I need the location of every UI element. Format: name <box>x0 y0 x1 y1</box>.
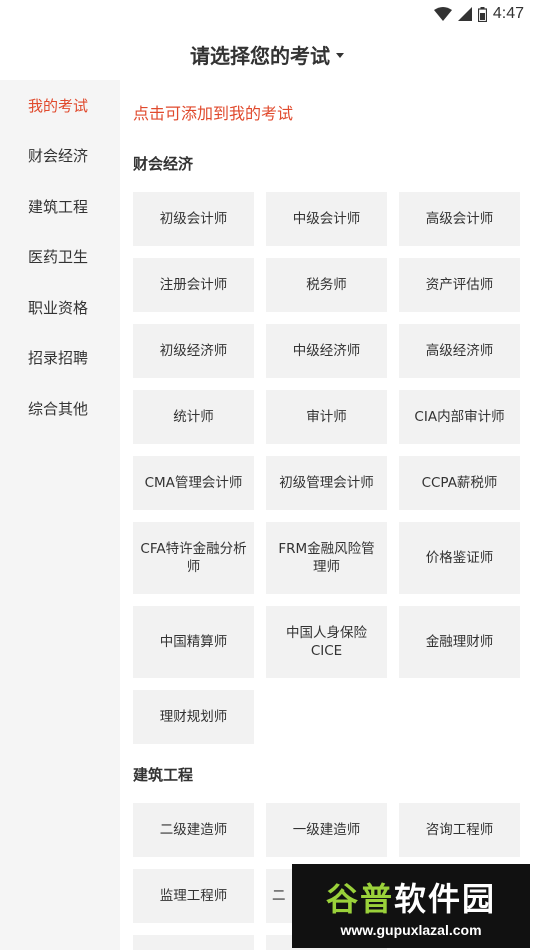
exam-item[interactable]: CFA特许金融分析师 <box>133 522 254 594</box>
exam-list-panel[interactable]: 点击可添加到我的考试 财会经济 初级会计师 中级会计师 高级会计师 注册会计师 … <box>120 80 534 950</box>
exam-item[interactable]: 资产评估师 <box>399 258 520 312</box>
exam-item[interactable]: 中级经济师 <box>266 324 387 378</box>
exam-item[interactable]: 统计师 <box>133 390 254 444</box>
exam-item[interactable]: CMA管理会计师 <box>133 456 254 510</box>
exam-item[interactable]: 中国精算师 <box>133 606 254 678</box>
sidebar-item-label: 职业资格 <box>28 298 89 317</box>
sidebar-item-label: 医药卫生 <box>28 248 89 267</box>
exam-item[interactable]: 审计师 <box>266 390 387 444</box>
sidebar-item-finance[interactable]: 财会经济 <box>0 131 120 182</box>
exam-item-partial[interactable] <box>133 935 254 950</box>
exam-item[interactable]: 一级建造师 <box>266 803 387 857</box>
page-title: 请选择您的考试 <box>190 43 330 68</box>
header: 请选择您的考试 <box>0 28 534 80</box>
exam-item[interactable]: CIA内部审计师 <box>399 390 520 444</box>
sidebar-item-professional[interactable]: 职业资格 <box>0 282 120 333</box>
exam-item[interactable]: 金融理财师 <box>399 606 520 678</box>
sidebar: 我的考试 财会经济 建筑工程 医药卫生 职业资格 招录招聘 综合其他 <box>0 80 120 950</box>
section-title-finance: 财会经济 <box>133 155 194 173</box>
sidebar-item-medical[interactable]: 医药卫生 <box>0 232 120 283</box>
exam-item[interactable]: 高级会计师 <box>399 192 520 246</box>
sidebar-item-label: 综合其他 <box>28 399 89 418</box>
sidebar-item-label: 财会经济 <box>28 147 89 166</box>
caret-down-icon <box>336 52 344 58</box>
exam-item[interactable]: 注册会计师 <box>133 258 254 312</box>
status-time: 4:47 <box>492 5 524 22</box>
exam-item[interactable]: 税务师 <box>266 258 387 312</box>
status-bar: 4:47 <box>0 0 534 28</box>
wifi-icon <box>433 7 452 21</box>
sidebar-item-label: 招录招聘 <box>28 349 89 368</box>
exam-item[interactable]: 初级管理会计师 <box>266 456 387 510</box>
watermark-brand-part1: 谷普 <box>325 880 394 918</box>
watermark-logo: 谷普软件园 www.gupuxlazal.com <box>292 864 530 948</box>
exam-selector-dropdown[interactable]: 请选择您的考试 <box>190 40 344 69</box>
exam-item[interactable]: 中国人身保险CICE <box>266 606 387 678</box>
sidebar-item-label: 建筑工程 <box>28 197 89 216</box>
exam-item[interactable]: 高级经济师 <box>399 324 520 378</box>
sidebar-item-recruitment[interactable]: 招录招聘 <box>0 333 120 384</box>
exam-item[interactable]: 初级经济师 <box>133 324 254 378</box>
add-hint-text: 点击可添加到我的考试 <box>133 104 294 123</box>
exam-item[interactable]: FRM金融风险管理师 <box>266 522 387 594</box>
exam-item[interactable]: 中级会计师 <box>266 192 387 246</box>
exam-item[interactable]: CCPA薪税师 <box>399 456 520 510</box>
signal-icon <box>457 7 472 21</box>
battery-icon <box>477 6 487 22</box>
exam-item[interactable]: 价格鉴证师 <box>399 522 520 594</box>
watermark-url: www.gupuxlazal.com <box>340 922 482 938</box>
exam-item[interactable]: 监理工程师 <box>133 869 254 923</box>
watermark-brand-part2: 软件园 <box>394 880 497 918</box>
exam-grid-finance: 初级会计师 中级会计师 高级会计师 注册会计师 税务师 资产评估师 初级经济师 … <box>133 192 521 744</box>
sidebar-item-my-exams[interactable]: 我的考试 <box>0 80 120 131</box>
sidebar-item-other[interactable]: 综合其他 <box>0 383 120 434</box>
sidebar-item-label: 我的考试 <box>28 96 89 115</box>
exam-item[interactable]: 初级会计师 <box>133 192 254 246</box>
sidebar-item-construction[interactable]: 建筑工程 <box>0 181 120 232</box>
exam-item[interactable]: 咨询工程师 <box>399 803 520 857</box>
exam-item[interactable]: 二级建造师 <box>133 803 254 857</box>
section-title-construction: 建筑工程 <box>133 766 194 784</box>
exam-item[interactable]: 理财规划师 <box>133 690 254 744</box>
